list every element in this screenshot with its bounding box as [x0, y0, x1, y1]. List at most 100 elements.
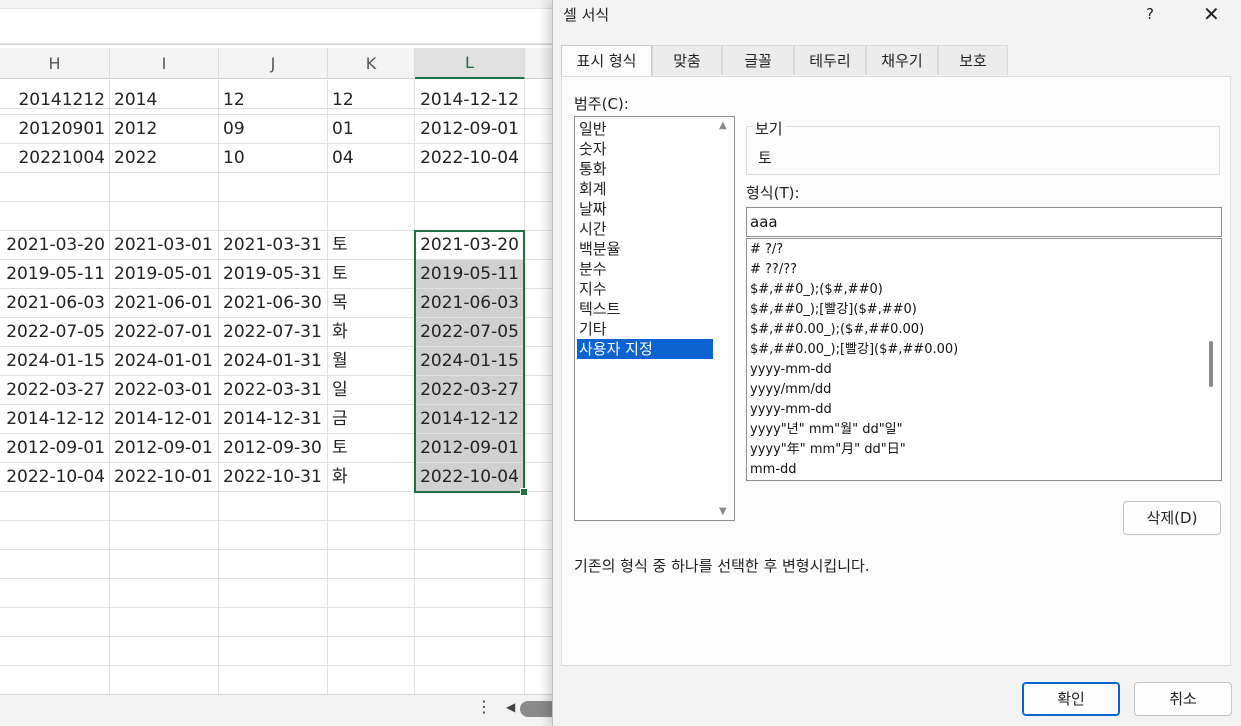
table-cell[interactable] — [110, 521, 219, 549]
category-list[interactable]: 일반 숫자 통화 회계 날짜 시간 백분율 분수 지수 텍스트 기타 사용자 지정 ▲ ▼ — [574, 116, 735, 521]
table-cell[interactable] — [0, 608, 110, 636]
table-cell[interactable]: 20120901 — [0, 115, 110, 143]
tab-protection[interactable]: 보호 — [938, 45, 1008, 75]
format-list-item[interactable]: mm-dd — [750, 460, 797, 480]
column-header-j[interactable]: J — [219, 48, 328, 79]
category-item[interactable]: 분수 — [577, 259, 713, 279]
table-cell[interactable]: 2022-10-31 — [219, 463, 328, 491]
table-cell[interactable] — [415, 579, 525, 607]
scroll-down-icon[interactable]: ▼ — [719, 506, 727, 517]
category-item[interactable]: 백분율 — [577, 239, 713, 259]
table-cell[interactable]: 2014-12-31 — [219, 405, 328, 433]
format-list-item[interactable]: yyyy"년" mm"월" dd"일" — [750, 420, 903, 440]
ok-button[interactable]: 확인 — [1022, 682, 1120, 716]
table-cell[interactable]: 2014-12-12 — [0, 405, 110, 433]
fill-handle[interactable] — [520, 488, 528, 496]
table-cell[interactable]: 2012-09-01 — [415, 115, 525, 143]
table-cell[interactable]: 20141212 — [0, 86, 110, 114]
column-header-k[interactable]: K — [328, 48, 415, 79]
format-list-item[interactable]: # ??/?? — [750, 260, 797, 280]
table-cell[interactable] — [219, 666, 328, 694]
table-cell[interactable] — [415, 521, 525, 549]
table-cell[interactable] — [110, 492, 219, 520]
table-cell[interactable]: 2024-01-15 — [0, 347, 110, 375]
table-cell[interactable] — [219, 521, 328, 549]
table-cell[interactable]: 2021-06-01 — [110, 289, 219, 317]
table-cell[interactable]: 2021-03-31 — [219, 231, 328, 259]
table-cell[interactable]: 10 — [219, 144, 328, 172]
table-cell[interactable] — [328, 492, 415, 520]
format-list-item[interactable]: $#,##0_);[빨강]($#,##0) — [750, 300, 917, 320]
table-cell[interactable] — [0, 492, 110, 520]
table-cell[interactable] — [219, 550, 328, 578]
table-cell[interactable]: 09 — [219, 115, 328, 143]
table-cell[interactable]: 2022-10-01 — [110, 463, 219, 491]
table-cell[interactable] — [110, 666, 219, 694]
table-cell[interactable]: 20221004 — [0, 144, 110, 172]
help-button[interactable]: ? — [1146, 5, 1154, 23]
table-cell[interactable]: 2012-09-30 — [219, 434, 328, 462]
table-cell[interactable] — [219, 173, 328, 201]
table-cell[interactable]: 2024-01-01 — [110, 347, 219, 375]
table-cell[interactable]: 2019-05-01 — [110, 260, 219, 288]
table-cell[interactable] — [328, 173, 415, 201]
table-cell[interactable] — [0, 579, 110, 607]
table-cell[interactable] — [415, 608, 525, 636]
table-cell[interactable] — [328, 521, 415, 549]
table-cell[interactable]: 2012-09-01 — [110, 434, 219, 462]
table-cell[interactable]: 2022-07-31 — [219, 318, 328, 346]
table-cell[interactable] — [415, 637, 525, 665]
table-cell[interactable] — [328, 579, 415, 607]
table-cell[interactable] — [328, 666, 415, 694]
table-cell[interactable]: 2022-03-27 — [0, 376, 110, 404]
table-cell[interactable]: 2021-06-30 — [219, 289, 328, 317]
table-cell[interactable] — [0, 202, 110, 230]
table-cell[interactable]: 2012-09-01 — [0, 434, 110, 462]
table-cell[interactable] — [415, 173, 525, 201]
table-cell[interactable] — [415, 550, 525, 578]
close-button[interactable]: ✕ — [1203, 2, 1220, 26]
category-scrollbar[interactable]: ▲ ▼ — [715, 118, 733, 519]
table-cell[interactable] — [328, 202, 415, 230]
table-cell[interactable]: 일 — [328, 376, 415, 404]
dialog-titlebar[interactable]: 셀 서식 ? ✕ — [553, 0, 1241, 32]
table-cell[interactable]: 12 — [219, 86, 328, 114]
category-item[interactable]: 기타 — [577, 319, 713, 339]
table-cell[interactable]: 2021-06-03 — [0, 289, 110, 317]
table-cell[interactable] — [219, 579, 328, 607]
format-list-item[interactable]: yyyy/mm/dd — [750, 380, 831, 400]
table-cell[interactable]: 2022-10-04 — [0, 463, 110, 491]
table-cell[interactable]: 2022-03-01 — [110, 376, 219, 404]
format-list-item[interactable]: yyyy-mm-dd — [750, 360, 832, 380]
column-header-i[interactable]: I — [110, 48, 219, 79]
table-cell[interactable]: 2019-05-11 — [0, 260, 110, 288]
table-cell[interactable]: 12 — [328, 86, 415, 114]
format-type-input[interactable] — [746, 207, 1222, 237]
format-list-item[interactable]: yyyy-mm-dd — [750, 400, 832, 420]
table-cell[interactable]: 화 — [328, 463, 415, 491]
scroll-up-icon[interactable]: ▲ — [719, 120, 727, 131]
table-cell[interactable]: 2022-03-31 — [219, 376, 328, 404]
format-list-item[interactable]: yyyy"年" mm"月" dd"日" — [750, 440, 906, 460]
cancel-button[interactable]: 취소 — [1134, 682, 1232, 716]
more-options-icon[interactable]: ⋮ — [476, 697, 492, 716]
tab-alignment[interactable]: 맞춤 — [652, 45, 722, 75]
table-cell[interactable] — [415, 492, 525, 520]
table-cell[interactable]: 2014-12-12 — [415, 86, 525, 114]
category-item[interactable]: 회계 — [577, 179, 713, 199]
table-cell[interactable] — [110, 202, 219, 230]
tab-border[interactable]: 테두리 — [794, 45, 866, 75]
format-list-item[interactable]: $#,##0_);($#,##0) — [750, 280, 883, 300]
table-cell[interactable]: 01 — [328, 115, 415, 143]
column-header-l[interactable]: L — [415, 48, 525, 79]
category-item[interactable]: 텍스트 — [577, 299, 713, 319]
format-type-list[interactable]: # ?/? # ??/?? $#,##0_);($#,##0) $#,##0_);[빨… — [746, 238, 1222, 481]
table-cell[interactable] — [0, 550, 110, 578]
table-cell[interactable] — [415, 666, 525, 694]
table-cell[interactable] — [415, 202, 525, 230]
category-item[interactable]: 통화 — [577, 159, 713, 179]
table-cell[interactable]: 금 — [328, 405, 415, 433]
format-list-item[interactable]: $#,##0.00_);($#,##0.00) — [750, 320, 924, 340]
table-cell[interactable] — [219, 492, 328, 520]
table-cell[interactable]: 목 — [328, 289, 415, 317]
